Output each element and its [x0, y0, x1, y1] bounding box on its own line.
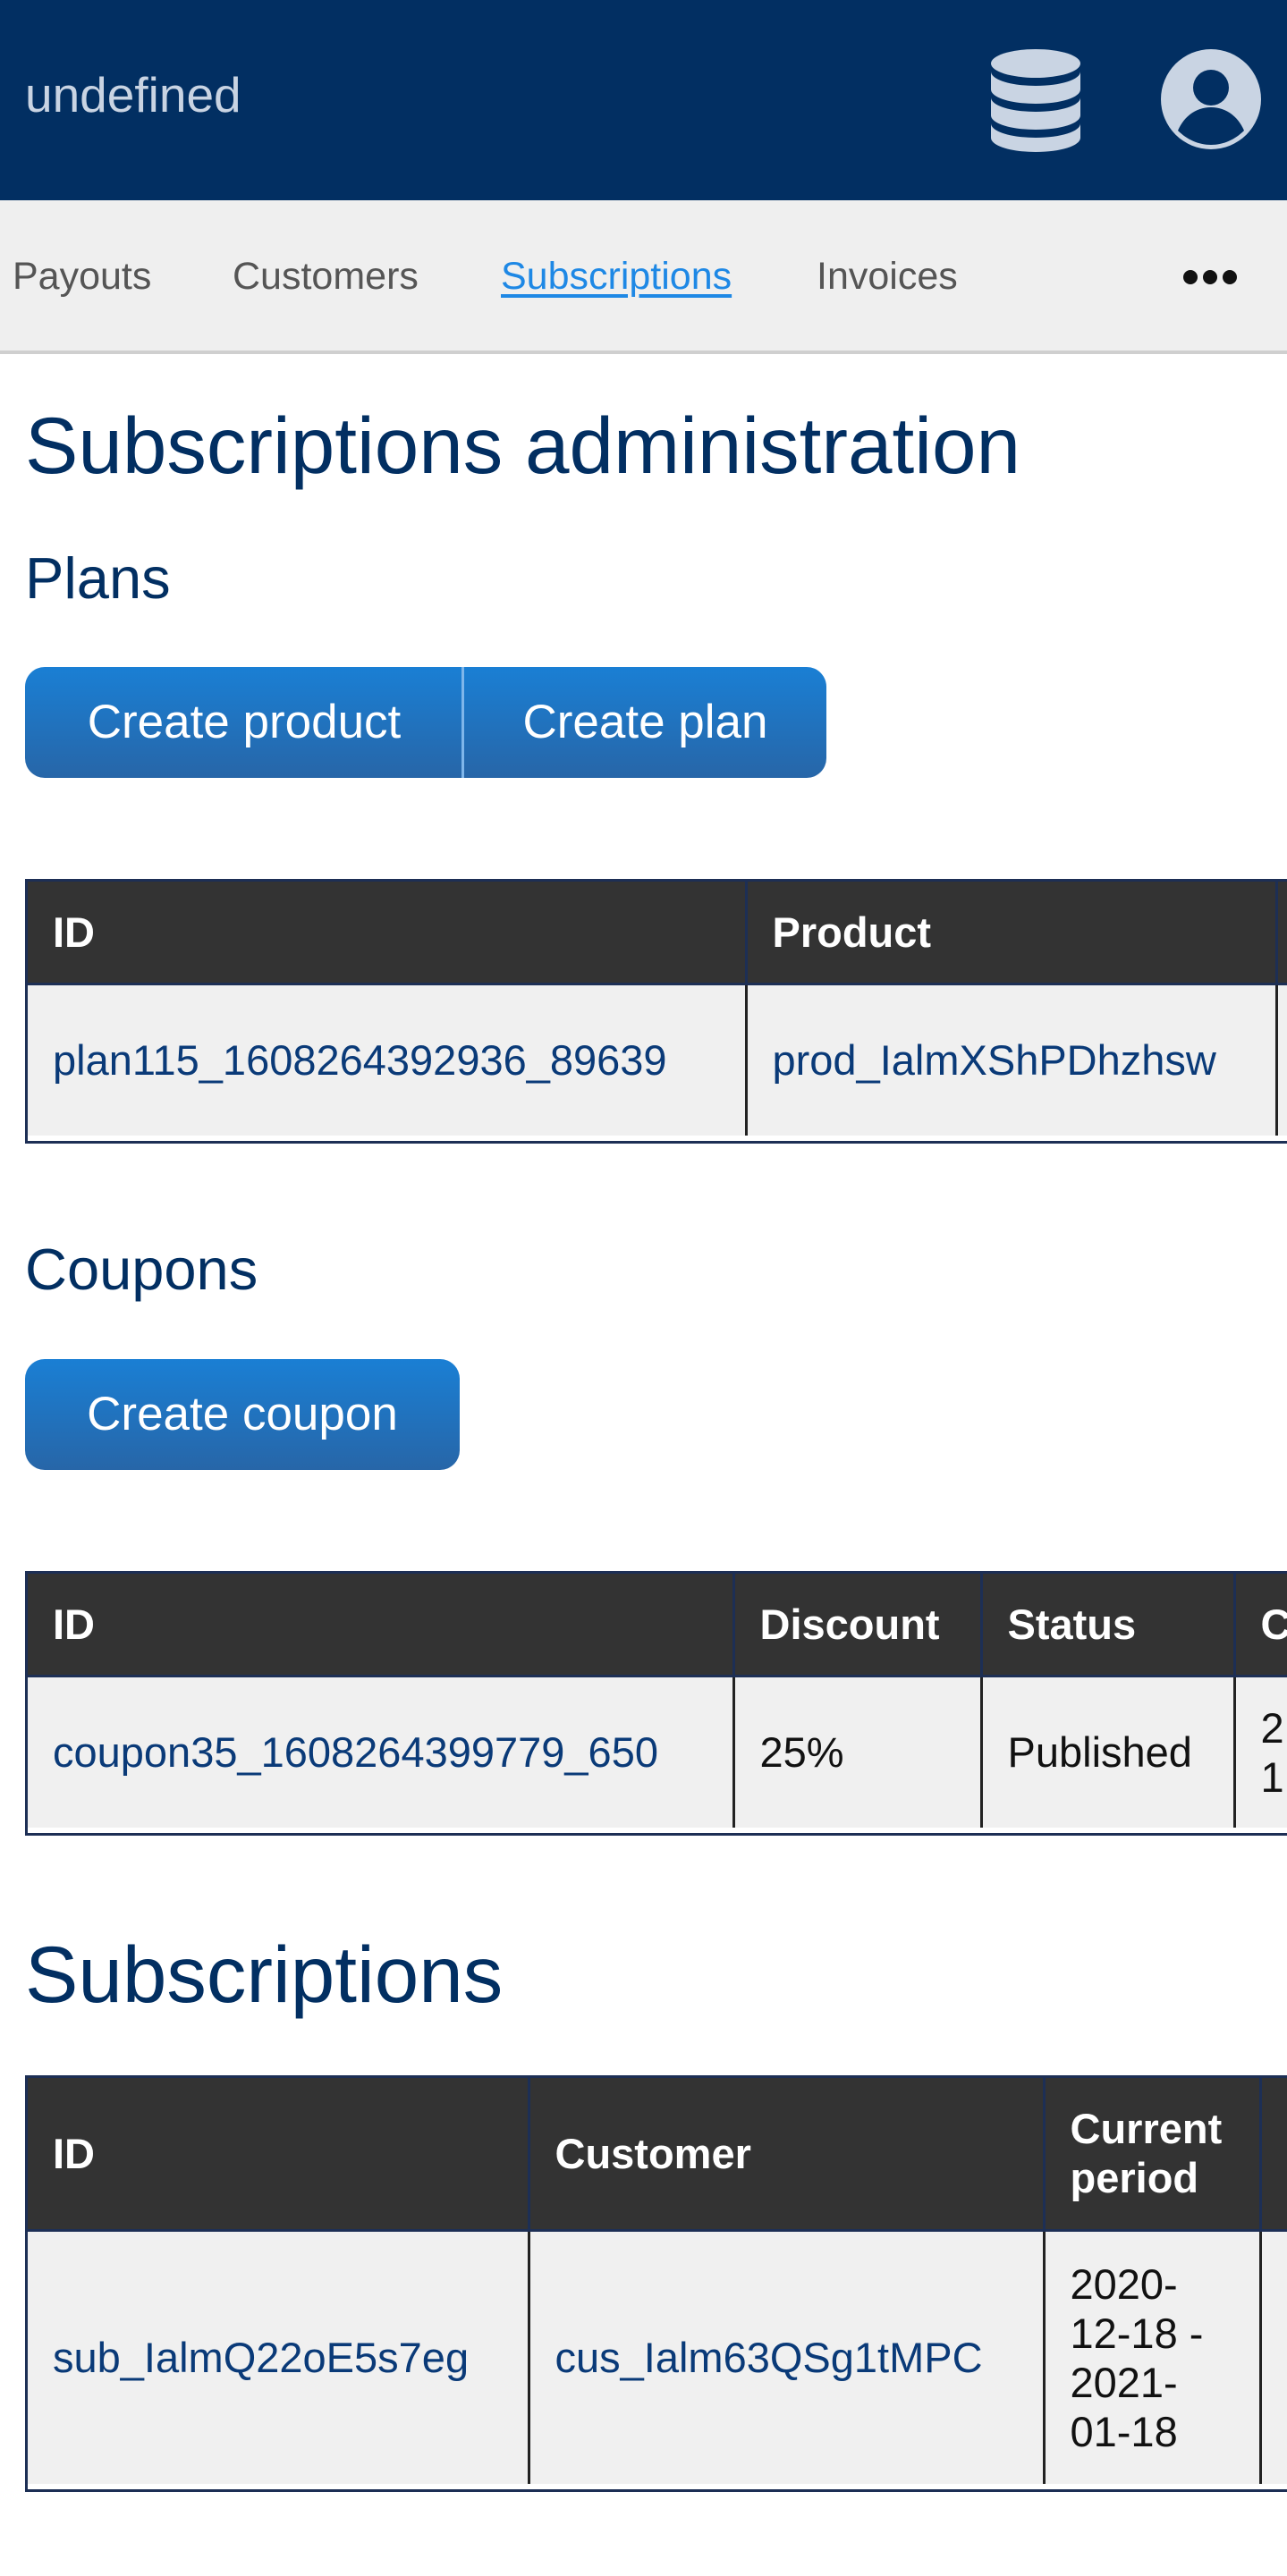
- subscriptions-header-customer: Customer: [529, 2078, 1046, 2232]
- coupon-id-cell[interactable]: coupon35_1608264399779_650: [28, 1676, 735, 1828]
- plan-overflow-cell: [1276, 984, 1287, 1136]
- coupons-header-status: Status: [981, 1574, 1236, 1677]
- subscriptions-header-current-period: Current period: [1044, 2078, 1262, 2232]
- plans-header-id: ID: [28, 882, 748, 985]
- subscriptions-table: ID Customer Current period sub_IalmQ22oE…: [25, 2075, 1287, 2492]
- coupon-discount-cell: 25%: [733, 1676, 983, 1828]
- subscriptions-heading: Subscriptions: [25, 1930, 504, 2019]
- database-icon[interactable]: [989, 48, 1082, 152]
- coupons-header-created: C: [1234, 1574, 1287, 1677]
- nav-item-invoices[interactable]: Invoices: [817, 254, 958, 299]
- app-title: undefined: [25, 67, 241, 122]
- subscriptions-header-more: [1260, 2078, 1287, 2232]
- create-product-button[interactable]: Create product: [25, 667, 463, 778]
- plans-header-product: Product: [746, 882, 1278, 985]
- coupons-header-id: ID: [28, 1574, 735, 1677]
- plan-id-cell[interactable]: plan115_1608264392936_89639: [28, 984, 748, 1136]
- coupons-table: ID Discount Status C coupon35_1608264399…: [25, 1571, 1287, 1836]
- subscriptions-header-id: ID: [28, 2078, 530, 2232]
- coupons-header-discount: Discount: [733, 1574, 983, 1677]
- account-circle-icon[interactable]: [1160, 48, 1262, 150]
- table-row: coupon35_1608264399779_650 25% Published…: [28, 1676, 1287, 1828]
- table-row: sub_IalmQ22oE5s7eg cus_Ialm63QSg1tMPC 20…: [28, 2230, 1287, 2484]
- page-title: Subscriptions administration: [25, 401, 1021, 490]
- app-header: undefined: [0, 0, 1287, 200]
- plan-product-cell[interactable]: prod_IalmXShPDhzhsw: [746, 984, 1278, 1136]
- nav-item-customers[interactable]: Customers: [233, 254, 419, 299]
- subscription-period-cell: 2020-12-18 - 2021-01-18: [1044, 2230, 1262, 2484]
- coupon-status-cell: Published: [981, 1676, 1236, 1828]
- main-nav: Payouts Customers Subscriptions Invoices: [0, 200, 1287, 354]
- coupons-heading: Coupons: [25, 1237, 258, 1302]
- plans-heading: Plans: [25, 545, 171, 611]
- coupon-created-cell: 2 1: [1234, 1676, 1287, 1828]
- subscription-id-cell[interactable]: sub_IalmQ22oE5s7eg: [28, 2230, 530, 2484]
- create-plan-button[interactable]: Create plan: [461, 667, 826, 778]
- plans-header-more: [1276, 882, 1287, 985]
- subscription-overflow-cell: [1260, 2230, 1287, 2484]
- nav-item-payouts[interactable]: Payouts: [13, 254, 151, 299]
- subscription-customer-cell[interactable]: cus_Ialm63QSg1tMPC: [529, 2230, 1046, 2484]
- more-horizontal-icon[interactable]: [1182, 259, 1238, 295]
- nav-item-subscriptions[interactable]: Subscriptions: [501, 254, 732, 299]
- table-row: plan115_1608264392936_89639 prod_IalmXSh…: [28, 984, 1287, 1136]
- plans-table: ID Product plan115_1608264392936_89639 p…: [25, 879, 1287, 1144]
- create-coupon-button[interactable]: Create coupon: [25, 1359, 460, 1470]
